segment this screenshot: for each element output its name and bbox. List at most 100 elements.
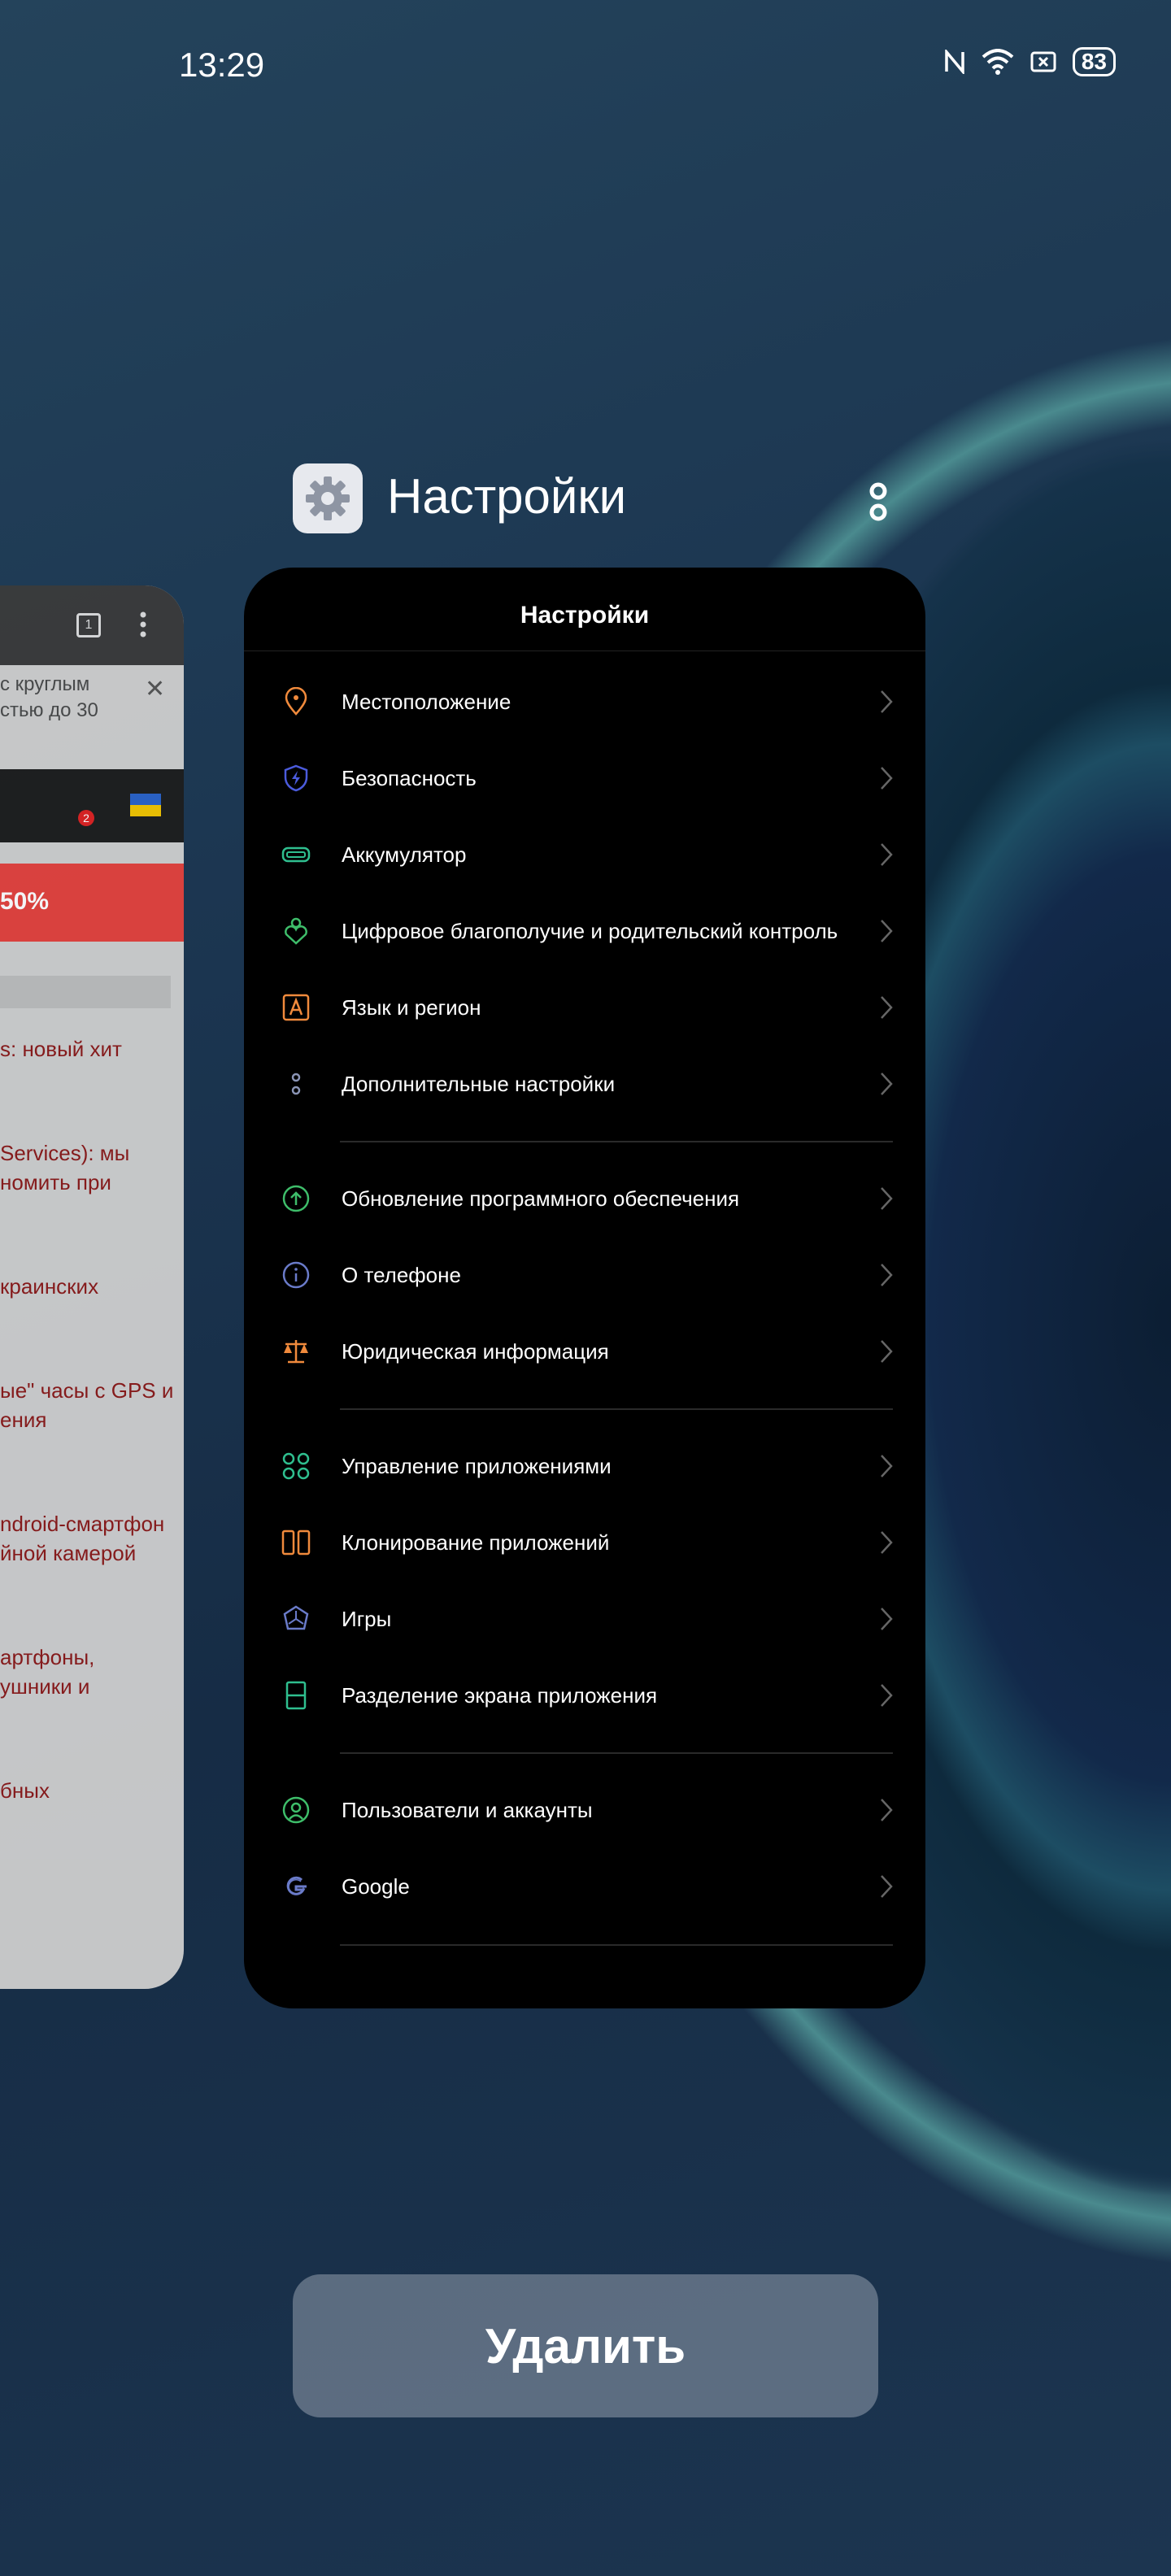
status-bar: 13:29 83 (0, 0, 1171, 130)
chevron-right-icon (881, 1264, 893, 1286)
settings-item-legal[interactable]: Юридическая информация (244, 1313, 925, 1390)
chevron-right-icon (881, 690, 893, 713)
settings-item-security[interactable]: Безопасность (244, 740, 925, 816)
more-settings-icon (291, 1073, 301, 1095)
games-icon (283, 1605, 309, 1630)
settings-item-label: Пользователи и аккаунты (342, 1797, 593, 1822)
settings-item-location[interactable]: Местоположение (244, 664, 925, 740)
chevron-right-icon (881, 996, 893, 1019)
settings-item-digital-wellbeing[interactable]: Цифровое благополучие и родительский кон… (244, 893, 925, 969)
more-vertical-icon (140, 611, 146, 637)
settings-item-label: Google (342, 1873, 410, 1899)
news-link: бных (0, 1778, 50, 1803)
settings-item-additional[interactable]: Дополнительные настройки (244, 1046, 925, 1122)
ukraine-flag-icon (130, 794, 161, 816)
settings-section-3: Управление приложениями Клонирование при… (244, 1428, 925, 1734)
settings-section-1: Местоположение Безопасность Аккумулятор (244, 664, 925, 1122)
info-icon (282, 1261, 310, 1289)
settings-item-software-update[interactable]: Обновление программного обеспечения (244, 1160, 925, 1237)
settings-item-label: Аккумулятор (342, 842, 467, 867)
chevron-right-icon (881, 1187, 893, 1210)
settings-item-label: Дополнительные настройки (342, 1071, 616, 1096)
thumbnail-badge: 2 (78, 810, 94, 826)
settings-item-about-phone[interactable]: О телефоне (244, 1237, 925, 1313)
settings-item-label: Игры (342, 1606, 392, 1631)
close-icon: ✕ (145, 676, 166, 703)
news-link: ndroid-смартфон йной камерой (0, 1512, 165, 1565)
settings-item-label: О телефоне (342, 1262, 461, 1287)
settings-item-games[interactable]: Игры (244, 1581, 925, 1657)
news-link: ые" часы с GPS и ения (0, 1378, 174, 1432)
chevron-right-icon (881, 843, 893, 866)
section-separator (340, 1752, 893, 1754)
shield-bolt-icon (284, 764, 308, 792)
wifi-icon (982, 49, 1014, 75)
news-snippet: с круглым стью до 30 ✕ (0, 665, 184, 769)
nfc-icon (945, 50, 964, 74)
recent-app-card-browser[interactable]: 1 с круглым стью до 30 ✕ 2 50% s: новый … (0, 585, 184, 1989)
news-link: Services): мы номить при (0, 1141, 130, 1194)
recent-app-header: Настройки (293, 460, 895, 537)
more-vertical-icon[interactable] (862, 476, 895, 525)
settings-item-google[interactable]: Google (244, 1848, 925, 1925)
news-link: s: новый хит (0, 1037, 122, 1061)
chevron-right-icon (881, 767, 893, 790)
wellbeing-heart-icon (285, 917, 307, 945)
chevron-right-icon (881, 920, 893, 942)
settings-item-label: Юридическая информация (342, 1338, 609, 1364)
settings-item-label: Безопасность (342, 765, 477, 790)
settings-item-users-accounts[interactable]: Пользователи и аккаунты (244, 1772, 925, 1848)
language-a-icon (282, 994, 310, 1021)
news-links: s: новый хит Services): мы номить при кр… (0, 1034, 184, 1880)
card-title: Настройки (520, 602, 650, 629)
chevron-right-icon (881, 1608, 893, 1630)
status-icons: 83 (944, 47, 1116, 76)
app-title: Настройки (387, 469, 627, 524)
settings-item-label: Управление приложениями (342, 1453, 612, 1478)
ad-discount-text: 50% (0, 888, 50, 915)
section-separator (340, 1944, 893, 1946)
scales-icon (284, 1340, 308, 1364)
settings-item-split-screen[interactable]: Разделение экрана приложения (244, 1657, 925, 1734)
chevron-right-icon (881, 1531, 893, 1554)
apps-grid-icon (282, 1452, 310, 1480)
news-link: артфоны, ушники и (0, 1645, 95, 1699)
settings-item-label: Обновление программного обеспечения (342, 1186, 740, 1211)
section-separator (340, 1408, 893, 1410)
chevron-right-icon (881, 1875, 893, 1898)
delete-button[interactable]: Удалить (293, 2274, 878, 2417)
settings-section-4: Пользователи и аккаунты Google (244, 1772, 925, 1925)
search-bar-placeholder (0, 976, 171, 1008)
delete-button-label: Удалить (485, 2318, 686, 2374)
settings-item-app-management[interactable]: Управление приложениями (244, 1428, 925, 1504)
settings-item-app-clone[interactable]: Клонирование приложений (244, 1504, 925, 1581)
sim-off-icon (1030, 51, 1056, 72)
tab-count-icon: 1 (76, 613, 101, 637)
section-separator (340, 1141, 893, 1142)
tab-strip: 2 (0, 769, 184, 842)
clone-apps-icon (281, 1530, 311, 1556)
chevron-right-icon (881, 1684, 893, 1707)
settings-item-language[interactable]: Язык и регион (244, 969, 925, 1046)
chevron-right-icon (881, 1073, 893, 1095)
battery-indicator: 83 (1072, 47, 1116, 76)
ad-banner: 50% (0, 864, 184, 942)
chevron-right-icon (881, 1455, 893, 1477)
status-time: 13:29 (179, 46, 265, 84)
split-screen-icon (285, 1681, 307, 1710)
settings-item-label: Цифровое благополучие и родительский кон… (342, 918, 838, 943)
location-pin-icon (285, 687, 307, 716)
gear-icon[interactable] (293, 463, 363, 533)
battery-icon (281, 846, 311, 863)
google-g-icon (286, 1876, 307, 1895)
update-arrow-icon (282, 1185, 310, 1212)
settings-item-label: Местоположение (342, 689, 511, 714)
settings-item-battery[interactable]: Аккумулятор (244, 816, 925, 893)
recent-app-card-settings[interactable]: Настройки Местоположение Безопасность Ак… (244, 568, 925, 2008)
settings-item-label: Язык и регион (342, 994, 481, 1020)
chevron-right-icon (881, 1340, 893, 1363)
news-link: краинских (0, 1274, 99, 1299)
settings-section-2: Обновление программного обеспечения О те… (244, 1160, 925, 1390)
chevron-right-icon (881, 1799, 893, 1821)
settings-item-label: Разделение экрана приложения (342, 1682, 658, 1708)
